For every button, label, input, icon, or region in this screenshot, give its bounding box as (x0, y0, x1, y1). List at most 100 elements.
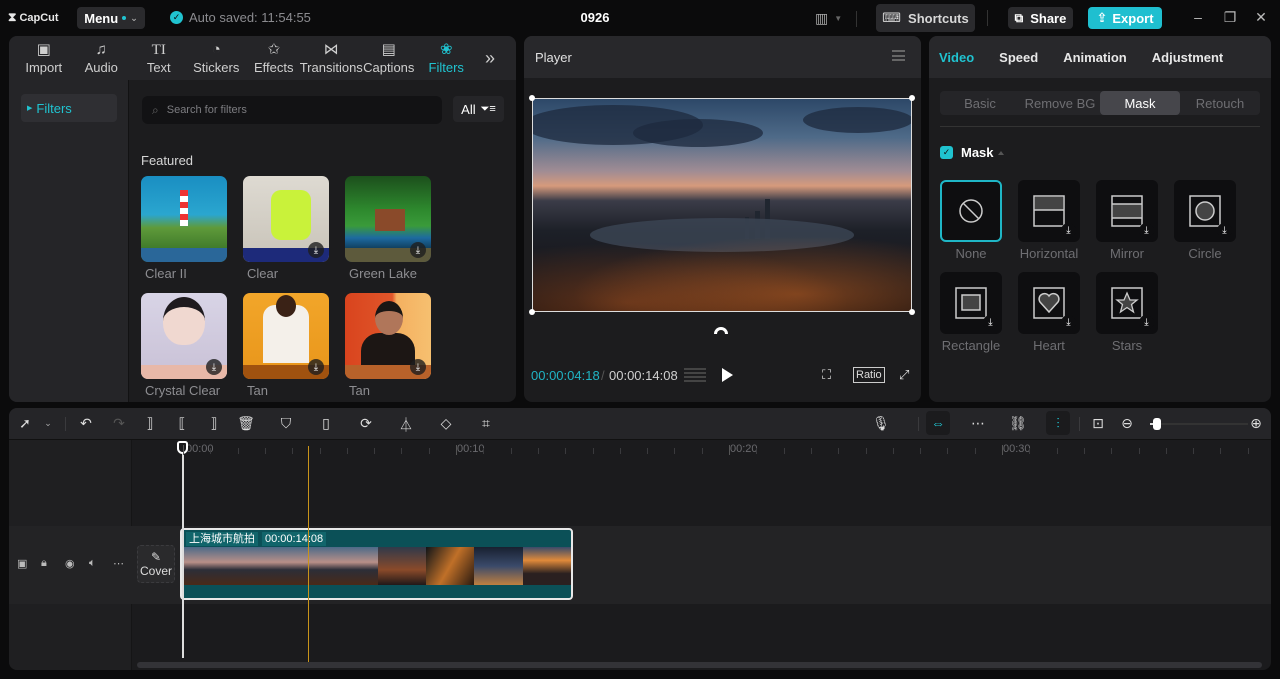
video-preview[interactable] (532, 98, 912, 312)
project-title[interactable]: 0926 (560, 10, 630, 25)
volume-icon[interactable]: 🔈︎ (89, 557, 96, 570)
play-button[interactable] (722, 368, 733, 382)
menu-label: Menu (84, 10, 119, 26)
freeze-icon[interactable]: ▯ (317, 415, 335, 432)
tab-captions[interactable]: ▤ Captions (360, 36, 418, 80)
minimize-button[interactable]: – (1188, 9, 1208, 25)
filter-thumb-tan-2[interactable]: ⤓ (345, 293, 431, 379)
filter-thumb-clear[interactable]: ⤓ (243, 176, 329, 262)
link-icon[interactable]: ⛓ (1009, 415, 1027, 432)
rotate-icon[interactable]: ◇ (437, 415, 455, 432)
tab-transitions[interactable]: ⋈ Transitions (300, 36, 363, 80)
video-clip[interactable]: 上海城市航拍 00:00:14:08 (180, 528, 573, 600)
resize-handle[interactable] (909, 95, 915, 101)
tab-speed[interactable]: Speed (999, 36, 1038, 78)
mask-checkbox[interactable]: ✓ (940, 146, 953, 159)
resize-handle[interactable] (529, 309, 535, 315)
subtab-mask[interactable]: Mask (1100, 91, 1180, 115)
split-left-icon[interactable]: ⟦ (173, 415, 191, 432)
restore-button[interactable]: ❐ (1220, 9, 1240, 26)
filter-thumb-tan-1[interactable]: ⤓ (243, 293, 329, 379)
mirror-mask-icon (1111, 195, 1143, 227)
tab-audio[interactable]: ♫ Audio (73, 36, 131, 80)
tab-filters[interactable]: ❀ Filters (418, 36, 476, 80)
tab-effects[interactable]: ✩ Effects (245, 36, 303, 80)
download-icon[interactable]: ⤓ (1217, 223, 1232, 238)
download-icon[interactable]: ⤓ (308, 359, 324, 375)
redo-icon[interactable]: ↷ (110, 415, 128, 432)
subtab-basic[interactable]: Basic (940, 91, 1020, 115)
chevron-down-icon[interactable]: ⌄ (39, 418, 57, 429)
tab-stickers[interactable]: ◔ Stickers (188, 36, 246, 80)
tab-import[interactable]: ▣ Import (15, 36, 73, 80)
menu-icon[interactable] (892, 50, 905, 61)
cover-button[interactable]: ✎ Cover (137, 545, 175, 583)
collapse-caret-icon[interactable] (998, 151, 1004, 155)
horizontal-scrollbar[interactable] (137, 662, 1262, 668)
resize-handle[interactable] (909, 309, 915, 315)
eye-icon[interactable]: ◉ (65, 557, 75, 570)
caret-down-icon: ▼ (834, 14, 843, 23)
filter-label: Crystal Clear (145, 383, 221, 398)
menu-button[interactable]: Menu ⌄ (77, 7, 145, 29)
rotate-handle-icon[interactable] (714, 327, 728, 334)
zoom-in-icon[interactable]: ⊕ (1247, 415, 1265, 432)
select-tool-icon[interactable]: ➚ (16, 415, 34, 432)
ratio-button[interactable]: Ratio (853, 367, 885, 383)
export-button[interactable]: ⇪ Export (1088, 7, 1162, 29)
crop-icon[interactable]: ⌗ (477, 415, 495, 432)
mask-option-heart[interactable]: ⤓ (1018, 272, 1080, 334)
close-button[interactable]: ✕ (1251, 9, 1271, 26)
split-icon[interactable]: ⟧ (141, 415, 159, 432)
lock-icon[interactable]: 🔒︎ (41, 557, 47, 570)
more-icon[interactable]: ⋯ (113, 557, 124, 570)
mask-option-circle[interactable]: ⤓ (1174, 180, 1236, 242)
download-icon[interactable]: ⤓ (410, 359, 426, 375)
resize-handle[interactable] (529, 95, 535, 101)
mirror-icon[interactable]: ⏃ (397, 415, 415, 435)
subtab-remove-bg[interactable]: Remove BG (1020, 91, 1100, 115)
tab-adjustment[interactable]: Adjustment (1152, 36, 1224, 78)
split-right-icon[interactable]: ⟧ (205, 415, 223, 432)
filter-thumb-clear-ii[interactable] (141, 176, 227, 262)
layout-button[interactable]: ▥ ▼ (815, 10, 858, 27)
auto-snap-icon[interactable]: ⋯ (969, 415, 987, 432)
zoom-slider-handle[interactable] (1152, 418, 1161, 430)
search-input[interactable]: ⌕ Search for filters (142, 96, 442, 124)
share-button[interactable]: ⧉ Share (1008, 7, 1073, 29)
mask-option-rectangle[interactable]: ⤓ (940, 272, 1002, 334)
sidebar-item-filters[interactable]: ▶ Filters (21, 94, 117, 122)
filter-all-button[interactable]: All ⏷≡ (453, 96, 504, 122)
mask-option-none[interactable] (940, 180, 1002, 242)
download-icon[interactable]: ⤓ (410, 242, 426, 258)
download-icon[interactable]: ⤓ (1139, 315, 1154, 330)
download-icon[interactable]: ⤓ (308, 242, 324, 258)
filter-thumb-crystal-clear[interactable]: ⤓ (141, 293, 227, 379)
marker-icon[interactable]: ⛉ (277, 415, 295, 432)
mask-option-stars[interactable]: ⤓ (1096, 272, 1158, 334)
download-icon[interactable]: ⤓ (1061, 223, 1076, 238)
microphone-icon[interactable]: 🎙 (872, 415, 890, 432)
mask-option-mirror[interactable]: ⤓ (1096, 180, 1158, 242)
delete-icon[interactable]: 🗑 (237, 415, 255, 432)
zoom-slider-track[interactable] (1150, 423, 1248, 425)
download-icon[interactable]: ⤓ (206, 359, 222, 375)
zoom-out-icon[interactable]: ⊖ (1118, 415, 1136, 432)
undo-icon[interactable]: ↶ (77, 415, 95, 432)
fullscreen-icon[interactable]: ⤢ (899, 367, 909, 383)
mask-option-horizontal[interactable]: ⤓ (1018, 180, 1080, 242)
reverse-icon[interactable]: ⟳ (357, 415, 375, 432)
zoom-to-fit-icon[interactable]: ⊡ (1089, 415, 1107, 432)
filter-thumb-green-lake[interactable]: ⤓ (345, 176, 431, 262)
more-tabs-button[interactable]: » (475, 36, 505, 80)
download-icon[interactable]: ⤓ (1061, 315, 1076, 330)
tab-video[interactable]: Video (939, 36, 974, 78)
tab-animation[interactable]: Animation (1063, 36, 1127, 78)
download-icon[interactable]: ⤓ (983, 315, 998, 330)
timecode-grid-icon[interactable] (684, 368, 706, 382)
zoom-fit-icon[interactable]: ⛶ (822, 367, 831, 383)
subtab-retouch[interactable]: Retouch (1180, 91, 1260, 115)
tab-text[interactable]: TI Text (130, 36, 188, 80)
download-icon[interactable]: ⤓ (1139, 223, 1154, 238)
shortcuts-button[interactable]: ⌨ Shortcuts (876, 4, 975, 32)
